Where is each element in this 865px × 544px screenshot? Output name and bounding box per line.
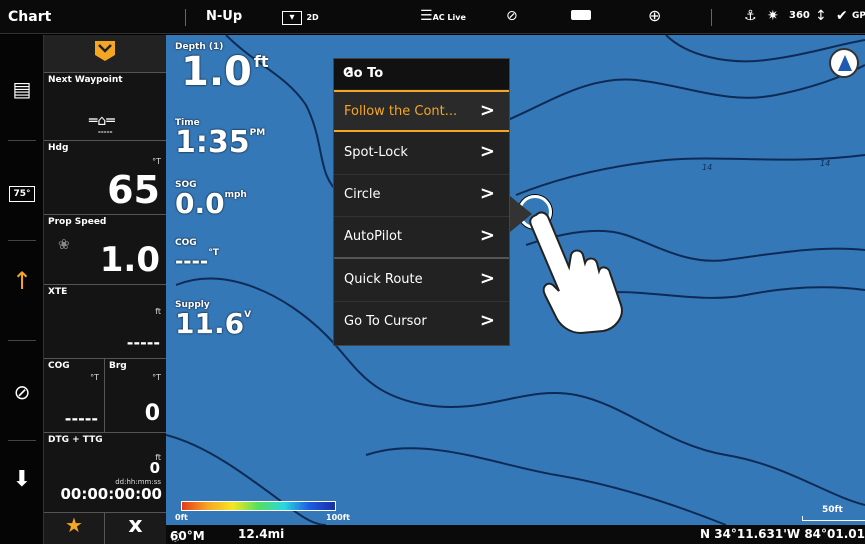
page-title: Chart [8, 9, 52, 25]
check-circle-icon[interactable]: ✔ [836, 8, 848, 24]
divider [8, 140, 36, 141]
orientation-button[interactable]: N-Up [206, 9, 242, 24]
depth-scale-min: 0ft [175, 513, 188, 522]
sonar-360-icon[interactable]: 360 [789, 8, 810, 24]
chevron-right-icon: > [479, 225, 495, 246]
menu-item-follow-contour[interactable]: Follow the Cont... > [334, 90, 509, 132]
time-readout: Time 1:35PM [175, 118, 266, 160]
position-readout: N 34°11.631'W 84°01.010 [700, 527, 865, 541]
brand-logo [44, 35, 166, 73]
pin-button[interactable]: ★ [44, 513, 105, 544]
exit-menu-icon[interactable]: ↗ [343, 66, 499, 81]
chart-map[interactable]: 14 14 0ft 100ft 50ft [166, 35, 865, 525]
boat-icon[interactable]: ⚓ [744, 8, 757, 24]
ac-live-button[interactable]: ☰AC Live [420, 8, 466, 26]
battery-icon[interactable] [571, 8, 591, 24]
view-2d-button[interactable]: ▾ 2D [282, 8, 319, 26]
pages-icon[interactable]: ▤ [0, 77, 44, 101]
chevron-right-icon: > [479, 310, 495, 331]
chevron-right-icon: > [479, 141, 495, 162]
no-anchor-icon[interactable]: ⊘ [0, 380, 44, 404]
pin-icon: ▾ [282, 11, 302, 25]
go-to-menu: Go To ↗ Follow the Cont... > Spot-Lock >… [333, 58, 510, 346]
menu-item-spot-lock[interactable]: Spot-Lock > [334, 133, 509, 175]
trolling-motor-icon[interactable]: ↑ [0, 267, 44, 295]
menu-item-go-to-cursor[interactable]: Go To Cursor > [334, 302, 509, 344]
sonar-icon[interactable]: ✷ [767, 8, 779, 24]
cog-readout: COG ----°T [175, 238, 219, 273]
outboard-motor-icon[interactable]: ⬇ [0, 467, 44, 492]
propeller-icon: ❀ [58, 237, 70, 253]
menu-item-quick-route[interactable]: Quick Route > [334, 260, 509, 302]
xte-cell[interactable]: XTE ft ----- [44, 285, 166, 359]
menu-pointer [510, 196, 532, 232]
contour-label: 14 [702, 163, 713, 172]
left-rail: ▤ 75° ↑ ⊘ ⬇ [0, 35, 44, 544]
gps-label: GP [852, 11, 865, 21]
status-bar: ◌ 60°M 12.4mi N 34°11.631'W 84°01.010 [166, 525, 865, 544]
depth-readout: Depth (1) 1.0 ft [175, 42, 269, 95]
distance-scale-bar [802, 516, 865, 521]
chevron-right-icon: > [479, 268, 495, 289]
range-readout: 12.4mi [238, 527, 285, 541]
heading-cell[interactable]: Hdg °T 65 [44, 141, 166, 215]
cog-cell[interactable]: COG °T ----- [44, 359, 105, 433]
crosshair-icon[interactable]: ⊕ [648, 8, 661, 24]
push-pin-icon: ★ [65, 513, 83, 537]
compass-rose-icon[interactable] [829, 48, 859, 78]
bearing-cell[interactable]: Brg °T 0 [105, 359, 166, 433]
chevron-right-icon: > [479, 100, 495, 121]
contour-label: 14 [820, 159, 831, 168]
sog-readout: SOG 0.0mph [175, 180, 247, 220]
data-panel: Next Waypoint ═⌂═ ----- Hdg °T 65 Prop S… [44, 35, 166, 544]
supply-readout: Supply 11.6V [175, 300, 252, 340]
dtg-ttg-cell[interactable]: DTG + TTG ft 0 dd:hh:mm:ss 00:00:00:00 [44, 433, 166, 513]
minnkota-logo-icon [95, 41, 115, 61]
divider [185, 9, 186, 26]
no-heading-icon[interactable]: ⊘ [506, 8, 518, 24]
next-waypoint-cell[interactable]: Next Waypoint ═⌂═ ----- [44, 73, 166, 141]
divider [711, 9, 712, 26]
chevron-right-icon: > [479, 183, 495, 204]
sliders-icon: ☰ [420, 8, 433, 24]
waypoint-flag-icon: ═⌂═ [89, 113, 115, 129]
depth-scale-max: 100ft [326, 513, 351, 522]
divider [8, 340, 36, 341]
top-bar: Chart N-Up ▾ 2D ☰AC Live ⊘ ⊕ ⚓ ✷ 360 ↕ ✔… [0, 0, 865, 34]
menu-header: Go To ↗ [334, 59, 509, 89]
water-temp-icon[interactable]: 75° [0, 181, 44, 202]
menu-item-circle[interactable]: Circle > [334, 175, 509, 217]
menu-item-autopilot[interactable]: AutoPilot > [334, 217, 509, 259]
close-button[interactable]: x [105, 513, 166, 544]
divider [8, 440, 36, 441]
downscan-icon[interactable]: ↕ [815, 8, 827, 24]
distance-scale-label: 50ft [822, 505, 843, 515]
prop-speed-cell[interactable]: Prop Speed ❀ 1.0 [44, 215, 166, 285]
depth-color-scale [181, 501, 336, 511]
divider [8, 240, 36, 241]
